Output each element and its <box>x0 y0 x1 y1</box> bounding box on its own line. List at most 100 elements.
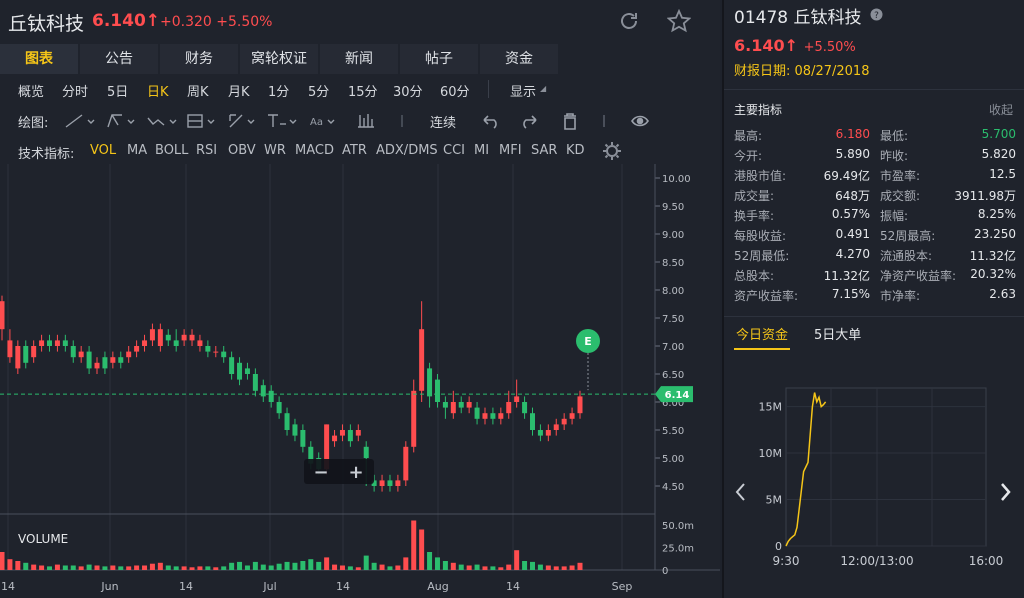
fib-tool-icon[interactable] <box>187 114 215 128</box>
volume-bar-37 <box>292 562 298 570</box>
delete-icon[interactable] <box>564 113 576 130</box>
period-3[interactable]: 日K <box>147 81 169 100</box>
indicator-boll[interactable]: BOLL <box>155 143 188 158</box>
volume-bar-38 <box>300 561 306 570</box>
candle-body-68 <box>537 430 543 436</box>
tab-2[interactable]: 财务 <box>160 44 238 74</box>
indicator-adx/dms[interactable]: ADX/DMS <box>376 143 438 158</box>
candle-body-37 <box>292 424 298 436</box>
candle-body-60 <box>474 407 480 419</box>
indicator-ma[interactable]: MA <box>127 143 147 158</box>
candle-body-63 <box>498 413 504 419</box>
flow-tab-0[interactable]: 今日资金 <box>736 324 788 343</box>
line-tool-icon[interactable] <box>65 114 95 128</box>
volume-bar-29 <box>229 562 235 570</box>
period-8[interactable]: 15分 <box>348 81 378 100</box>
metric-row-8-right: 市净率: 2.63 <box>880 287 1016 303</box>
quote-panel: 01478 丘钛科技 ? 6.140↑ +5.50% 财报日期: 08/27/2… <box>722 0 1024 598</box>
indicator-atr[interactable]: ATR <box>342 143 367 158</box>
ray-tool-icon[interactable] <box>107 114 135 128</box>
candlestick-chart[interactable]: 10.009.509.008.508.007.507.006.506.005.5… <box>0 164 720 598</box>
volume-bar-47 <box>371 562 377 570</box>
period-10[interactable]: 60分 <box>440 81 470 100</box>
period-0[interactable]: 概览 <box>18 81 44 100</box>
indicator-vol[interactable]: VOL <box>90 143 116 158</box>
period-7[interactable]: 5分 <box>308 81 329 100</box>
volume-bar-69 <box>545 565 551 570</box>
volume-bar-25 <box>197 566 203 570</box>
volume-bar-19 <box>149 563 155 570</box>
period-1[interactable]: 分时 <box>62 81 88 100</box>
candle-body-0 <box>0 301 5 330</box>
candle-51[interactable] <box>403 441 409 486</box>
indicator-wr[interactable]: WR <box>264 143 286 158</box>
volume-label: VOLUME <box>18 532 68 546</box>
volume-bar-73 <box>577 562 583 570</box>
metric-row-4-left: 换手率: 0.57% <box>734 207 870 223</box>
continuous-toggle[interactable]: 连续 <box>430 112 456 131</box>
indicator-rsi[interactable]: RSI <box>196 143 217 158</box>
text-tool-icon[interactable] <box>268 114 297 127</box>
wave-tool-icon[interactable] <box>147 117 177 126</box>
price-tick-label-3: 8.50 <box>662 258 684 269</box>
collapse-button[interactable]: 收起 <box>989 101 1013 118</box>
font-size-icon[interactable]: Aa <box>310 117 335 128</box>
period-selector: 概览 分时 5日 日K 周K 月K 1分 5分 15分 30分 60分 显示 ◢ <box>0 76 720 104</box>
tab-0[interactable]: 图表 <box>0 44 78 74</box>
volume-bar-65 <box>514 550 520 570</box>
indicator-settings-gear-icon[interactable] <box>602 141 622 161</box>
prev-arrow-icon[interactable] <box>735 483 745 501</box>
volume-bar-71 <box>561 566 567 570</box>
indicator-mfi[interactable]: MFI <box>499 143 522 158</box>
indicator-macd[interactable]: MACD <box>295 143 334 158</box>
candle-body-27 <box>213 351 219 353</box>
metric-label: 市盈率: <box>880 169 921 183</box>
arrow-tool-icon[interactable] <box>229 114 255 128</box>
refresh-icon[interactable] <box>617 9 641 33</box>
redo-icon[interactable] <box>523 115 537 129</box>
volume-bar-4 <box>31 564 37 570</box>
display-dropdown-icon[interactable]: ◢ <box>540 84 546 93</box>
period-4[interactable]: 周K <box>187 81 209 100</box>
period-11[interactable]: 显示 <box>510 81 536 100</box>
volume-bar-35 <box>276 563 282 570</box>
next-arrow-icon[interactable] <box>1001 483 1011 501</box>
favorite-star-icon[interactable] <box>667 9 691 33</box>
zoom-out-button[interactable]: − <box>313 462 328 483</box>
period-9[interactable]: 30分 <box>393 81 423 100</box>
x-label-2: 14 <box>179 580 193 593</box>
metric-label: 净资产收益率: <box>880 269 957 283</box>
period-2[interactable]: 5日 <box>107 81 128 100</box>
period-5[interactable]: 月K <box>228 81 250 100</box>
candle-body-35 <box>276 402 282 414</box>
indicator-kd[interactable]: KD <box>566 143 585 158</box>
flow-x-label-1: 12:00/13:00 <box>840 554 913 568</box>
candle-body-33 <box>260 385 266 397</box>
candle-body-30 <box>237 362 243 380</box>
tab-3[interactable]: 窝轮权证 <box>240 44 318 74</box>
undo-icon[interactable] <box>483 115 497 129</box>
flow-tab-1[interactable]: 5日大单 <box>814 324 861 343</box>
indicator-cci[interactable]: CCI <box>443 143 465 158</box>
help-icon[interactable]: ? <box>870 8 883 21</box>
price-tick-label-9: 5.50 <box>662 426 684 437</box>
candle-body-50 <box>395 480 401 486</box>
zoom-in-button[interactable]: + <box>348 462 363 483</box>
tab-1[interactable]: 公告 <box>80 44 158 74</box>
flow-y-label-0: 15M <box>759 401 783 414</box>
indicator-mi[interactable]: MI <box>474 143 489 158</box>
volume-bar-48 <box>379 564 385 570</box>
candle-body-29 <box>229 357 235 374</box>
visibility-eye-icon[interactable] <box>631 115 649 127</box>
metric-row-3-right: 成交额: 3911.98万 <box>880 187 1016 203</box>
tab-5[interactable]: 帖子 <box>400 44 478 74</box>
indicator-obv[interactable]: OBV <box>228 143 256 158</box>
volume-bar-14 <box>110 565 116 570</box>
tab-4[interactable]: 新闻 <box>320 44 398 74</box>
indicator-sar[interactable]: SAR <box>531 143 557 158</box>
candle-body-38 <box>300 430 306 447</box>
candle-body-26 <box>205 346 211 352</box>
bars-tool-icon[interactable] <box>358 114 374 128</box>
period-6[interactable]: 1分 <box>268 81 289 100</box>
tab-6[interactable]: 资金 <box>480 44 558 74</box>
